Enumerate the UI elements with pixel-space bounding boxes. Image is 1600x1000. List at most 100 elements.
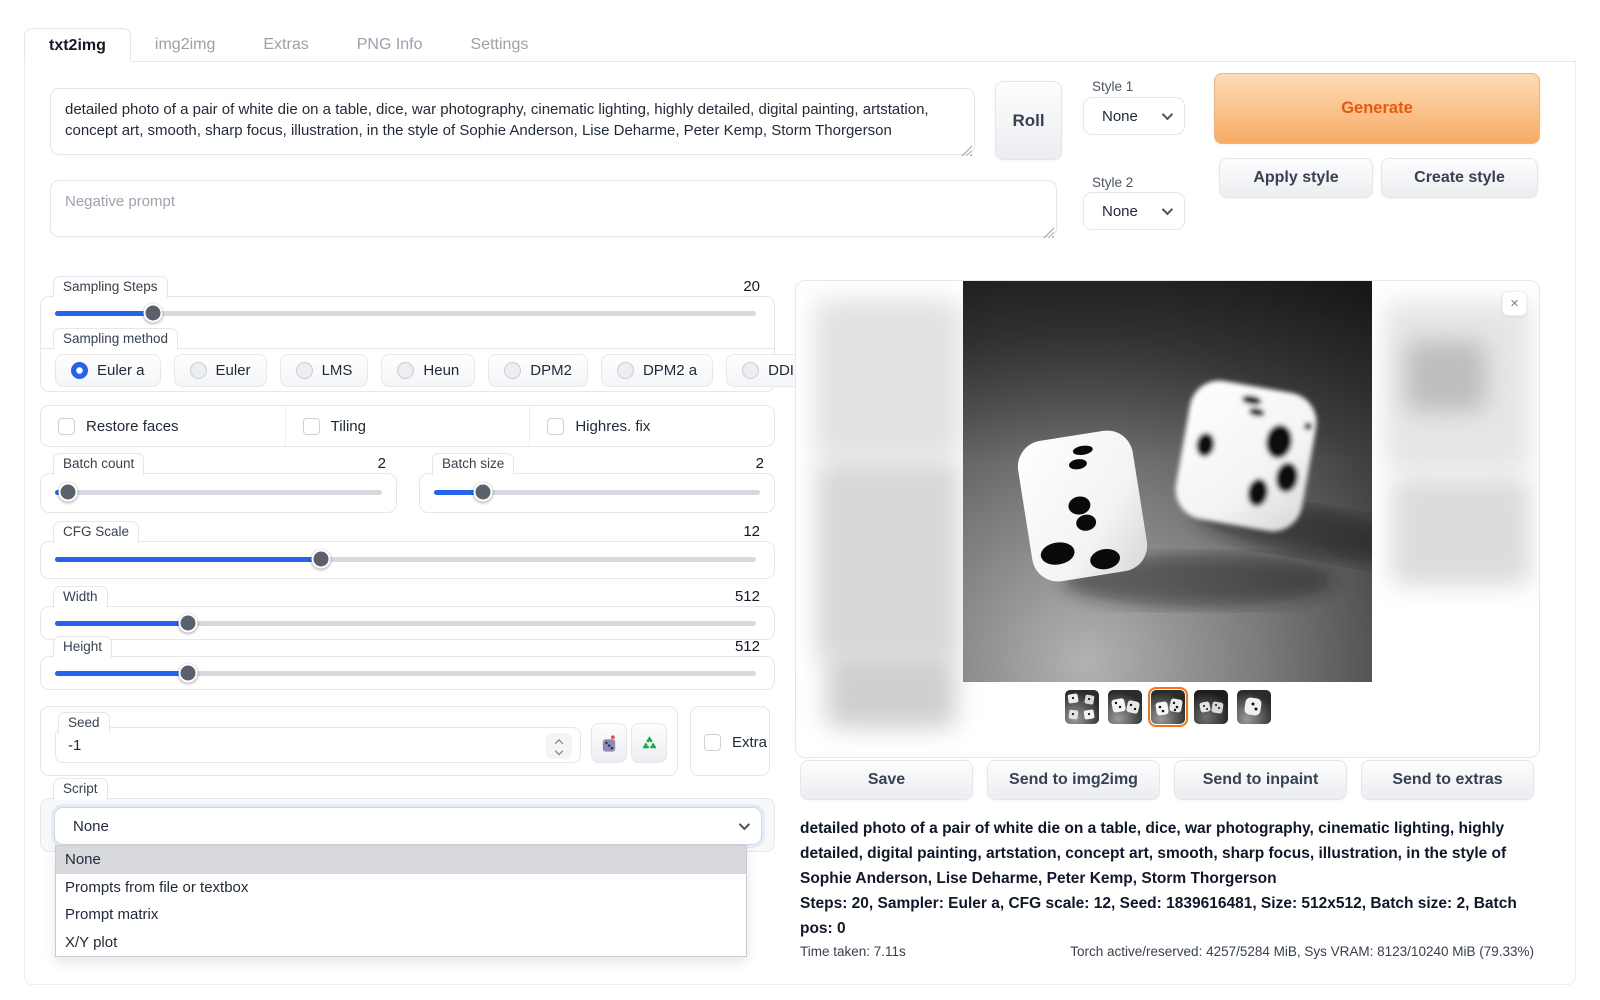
style2-label: Style 2	[1086, 175, 1139, 190]
thumbnail-4[interactable]	[1194, 690, 1228, 724]
sampler-dpm2[interactable]: DPM2	[488, 354, 588, 387]
extra-checkbox[interactable]: Extra	[704, 734, 767, 751]
width-label: Width	[53, 586, 108, 608]
slider-knob[interactable]	[312, 550, 331, 569]
radio-icon	[504, 362, 521, 379]
gallery-panel: ×	[795, 280, 1540, 758]
batch-count-label: Batch count	[53, 453, 144, 475]
slider-knob[interactable]	[179, 614, 198, 633]
random-seed-button[interactable]	[591, 723, 627, 763]
style2-value: None	[1102, 203, 1138, 220]
radio-icon	[742, 362, 759, 379]
sampler-radio-group: Euler a Euler LMS Heun DPM2 DPM2 a DDIM …	[55, 354, 760, 387]
apply-style-button[interactable]: Apply style	[1219, 158, 1373, 198]
blurred-gallery-image	[814, 299, 962, 457]
script-option-prompt-matrix[interactable]: Prompt matrix	[56, 901, 746, 929]
sampler-lms[interactable]: LMS	[280, 354, 369, 387]
radio-icon	[296, 362, 313, 379]
thumbnail-3-selected[interactable]	[1151, 690, 1185, 724]
script-option-xy-plot[interactable]: X/Y plot	[56, 929, 746, 957]
slider-knob[interactable]	[59, 483, 78, 502]
blurred-gallery-image	[826, 653, 956, 728]
thumbnail-2[interactable]	[1108, 690, 1142, 724]
dice-thumb-image	[1151, 690, 1185, 724]
save-button[interactable]: Save	[800, 760, 973, 800]
checkbox-label: Restore faces	[86, 418, 179, 435]
style1-dropdown[interactable]: None	[1083, 97, 1185, 135]
script-block: Script None	[40, 798, 775, 852]
radio-label: DPM2 a	[643, 362, 697, 379]
thumbnail-5[interactable]	[1237, 690, 1271, 724]
checkbox-icon	[547, 418, 564, 435]
tiling-checkbox[interactable]: Tiling	[285, 406, 530, 446]
style2-dropdown[interactable]: None	[1083, 192, 1185, 230]
checkbox-icon	[58, 418, 75, 435]
vram-stats: Torch active/reserved: 4257/5284 MiB, Sy…	[1070, 944, 1534, 959]
slider-knob[interactable]	[144, 304, 163, 323]
batch-size-slider[interactable]	[434, 490, 760, 495]
gallery-actions: Save Send to img2img Send to inpaint Sen…	[800, 760, 1534, 800]
seed-block: Seed -1	[40, 706, 678, 776]
seed-input[interactable]: Seed -1	[55, 727, 581, 763]
output-params: Steps: 20, Sampler: Euler a, CFG scale: …	[800, 891, 1534, 941]
thumbnail-1[interactable]	[1065, 690, 1099, 724]
cfg-scale-slider[interactable]	[55, 557, 756, 562]
roll-button[interactable]: Roll	[995, 81, 1062, 160]
cfg-scale-label: CFG Scale	[53, 521, 139, 543]
negative-prompt-input[interactable]	[50, 180, 1057, 237]
sampling-steps-slider[interactable]	[55, 311, 756, 316]
script-option-none[interactable]: None	[56, 846, 746, 874]
tab-settings[interactable]: Settings	[447, 28, 553, 62]
seed-stepper[interactable]	[546, 733, 572, 759]
generated-image[interactable]	[963, 281, 1372, 682]
checkbox-label: Extra	[732, 734, 767, 751]
sampler-euler-a[interactable]: Euler a	[55, 354, 161, 387]
tab-txt2img[interactable]: txt2img	[24, 28, 131, 62]
restore-faces-checkbox[interactable]: Restore faces	[41, 406, 285, 446]
slider-knob[interactable]	[179, 664, 198, 683]
script-label: Script	[53, 778, 108, 800]
sampler-dpm2-a[interactable]: DPM2 a	[601, 354, 713, 387]
height-label: Height	[53, 636, 112, 658]
extra-block: Extra	[690, 706, 770, 776]
generate-button[interactable]: Generate	[1214, 73, 1540, 144]
radio-icon	[190, 362, 207, 379]
slider-fill	[55, 671, 188, 676]
prompt-input[interactable]: detailed photo of a pair of white die on…	[50, 88, 975, 155]
seed-label: Seed	[58, 712, 110, 734]
script-options-menu: None Prompts from file or textbox Prompt…	[55, 845, 747, 957]
sampler-euler[interactable]: Euler	[174, 354, 267, 387]
recycle-icon	[640, 734, 659, 753]
slider-fill	[55, 557, 321, 562]
radio-label: DPM2	[530, 362, 572, 379]
reuse-seed-button[interactable]	[631, 723, 667, 763]
output-prompt-text: detailed photo of a pair of white die on…	[800, 816, 1534, 891]
checkbox-icon	[704, 734, 721, 751]
tab-extras[interactable]: Extras	[239, 28, 332, 62]
close-image-button[interactable]: ×	[1502, 291, 1527, 316]
highres-fix-checkbox[interactable]: Highres. fix	[529, 406, 774, 446]
create-style-button[interactable]: Create style	[1381, 158, 1538, 198]
send-to-extras-button[interactable]: Send to extras	[1361, 760, 1534, 800]
script-option-prompts-from-file[interactable]: Prompts from file or textbox	[56, 874, 746, 902]
height-block: Height 512	[40, 656, 775, 690]
tab-png-info[interactable]: PNG Info	[333, 28, 447, 62]
width-slider[interactable]	[55, 621, 756, 626]
cfg-scale-block: CFG Scale 12	[40, 541, 775, 579]
batch-count-slider[interactable]	[55, 490, 382, 495]
slider-fill	[55, 621, 188, 626]
tab-img2img[interactable]: img2img	[131, 28, 239, 62]
dice-thumb-image	[1108, 690, 1142, 724]
slider-knob[interactable]	[473, 483, 492, 502]
sampling-method-label: Sampling method	[53, 328, 178, 350]
time-taken: Time taken: 7.11s	[800, 944, 906, 959]
checkbox-icon	[303, 418, 320, 435]
slider-fill	[55, 311, 153, 316]
send-to-inpaint-button[interactable]: Send to inpaint	[1174, 760, 1347, 800]
radio-icon	[397, 362, 414, 379]
sampler-heun[interactable]: Heun	[381, 354, 475, 387]
height-slider[interactable]	[55, 671, 756, 676]
batch-count-block: Batch count 2	[40, 473, 397, 513]
send-to-img2img-button[interactable]: Send to img2img	[987, 760, 1160, 800]
script-dropdown[interactable]: None	[54, 807, 762, 845]
